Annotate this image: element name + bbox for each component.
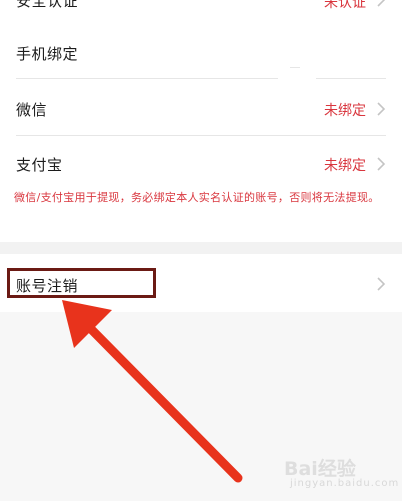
account-settings-screen: 安全认证 未认证 手机绑定 微信 未绑定 支付宝 未绑定 微信/支付宝用于提现，…	[0, 0, 402, 501]
baidu-jingyan-url: jingyan.baidu.com	[290, 478, 400, 489]
baidu-jingyan-watermark: Bai经验	[284, 458, 356, 480]
red-annotation-arrow-icon	[62, 300, 243, 483]
